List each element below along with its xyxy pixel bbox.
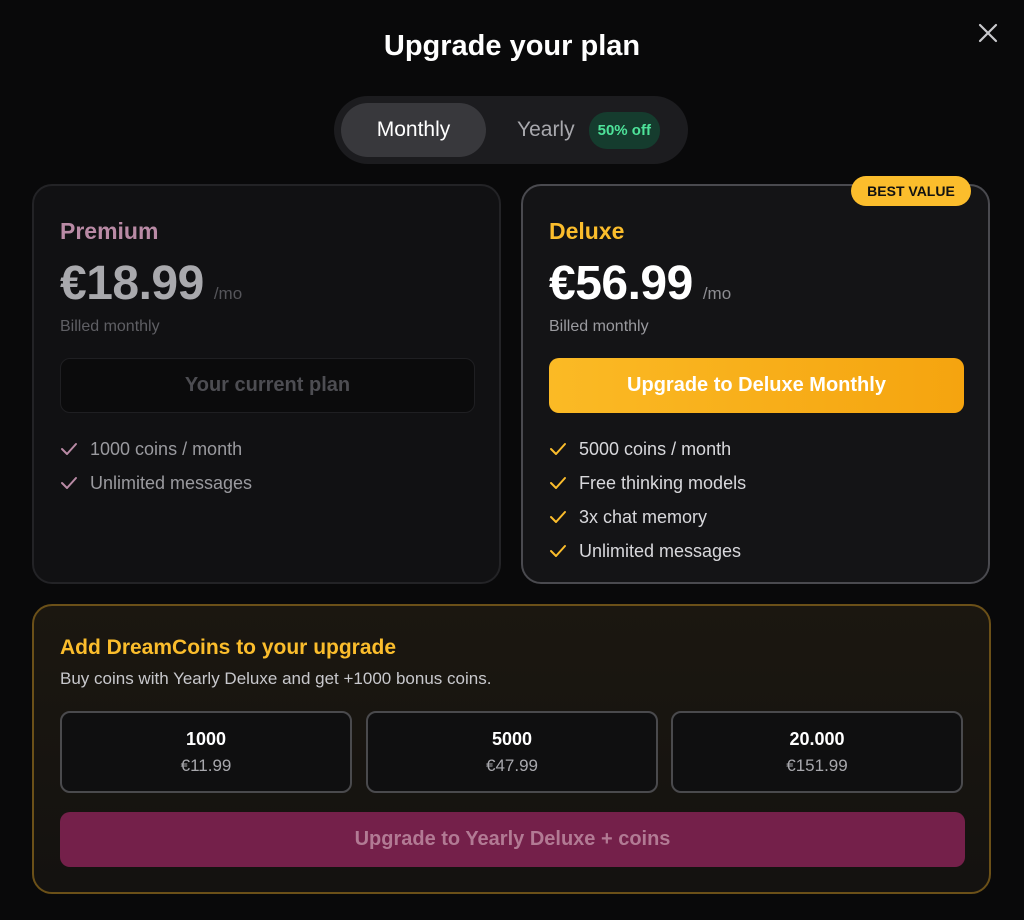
- price-period: /mo: [213, 284, 243, 303]
- feature-list: 1000 coins / month Unlimited messages: [60, 432, 252, 500]
- coin-option-5000[interactable]: 5000 €47.99: [366, 711, 658, 793]
- coin-price: €11.99: [180, 755, 232, 775]
- check-icon: [550, 511, 566, 523]
- price-row: €56.99 /mo: [549, 256, 731, 311]
- plan-card-premium: Premium €18.99 /mo Billed monthly Your c…: [32, 184, 501, 584]
- close-button[interactable]: [974, 19, 1002, 47]
- check-icon: [550, 443, 566, 455]
- coin-amount: 20.000: [789, 728, 845, 749]
- feature-label: Unlimited messages: [90, 472, 253, 493]
- feature-label: Unlimited messages: [579, 540, 742, 561]
- coin-price: €47.99: [486, 755, 538, 775]
- plan-name: Deluxe: [549, 218, 625, 244]
- feature-item: Unlimited messages: [549, 534, 746, 568]
- billing-note: Billed monthly: [60, 318, 160, 335]
- discount-badge: 50% off: [588, 111, 660, 149]
- close-icon: [978, 23, 998, 43]
- feature-label: 3x chat memory: [579, 506, 708, 527]
- feature-item: Unlimited messages: [60, 466, 252, 500]
- upgrade-yearly-coins-button[interactable]: Upgrade to Yearly Deluxe + coins: [60, 812, 965, 867]
- page-title: Upgrade your plan: [383, 30, 641, 62]
- best-value-badge: BEST VALUE: [851, 176, 971, 206]
- coins-title: Add DreamCoins to your upgrade: [60, 636, 397, 659]
- check-icon: [550, 477, 566, 489]
- check-icon: [61, 477, 77, 489]
- toggle-yearly-label: Yearly: [517, 118, 575, 141]
- feature-item: 3x chat memory: [549, 500, 746, 534]
- check-icon: [61, 443, 77, 455]
- plan-price: €56.99: [549, 257, 693, 310]
- feature-label: Free thinking models: [579, 472, 747, 493]
- coin-amount: 1000: [185, 728, 227, 749]
- feature-item: 1000 coins / month: [60, 432, 252, 466]
- coin-option-1000[interactable]: 1000 €11.99: [60, 711, 352, 793]
- coins-subtitle: Buy coins with Yearly Deluxe and get +10…: [60, 669, 492, 688]
- feature-label: 5000 coins / month: [579, 438, 732, 459]
- feature-item: Free thinking models: [549, 466, 746, 500]
- coins-panel: Add DreamCoins to your upgrade Buy coins…: [32, 604, 991, 894]
- feature-list: 5000 coins / month Free thinking models …: [549, 432, 746, 568]
- toggle-monthly[interactable]: Monthly: [341, 103, 486, 157]
- current-plan-button: Your current plan: [60, 358, 475, 413]
- coin-price: €151.99: [786, 755, 848, 775]
- upgrade-deluxe-button[interactable]: Upgrade to Deluxe Monthly: [549, 358, 964, 413]
- toggle-yearly[interactable]: Yearly 50% off: [517, 103, 660, 157]
- plan-name: Premium: [60, 218, 159, 244]
- plan-card-deluxe: BEST VALUE Deluxe €56.99 /mo Billed mont…: [521, 176, 990, 584]
- price-row: €18.99 /mo: [60, 256, 242, 311]
- feature-label: 1000 coins / month: [90, 438, 243, 459]
- coin-option-20000[interactable]: 20.000 €151.99: [671, 711, 963, 793]
- plan-price: €18.99: [60, 257, 204, 310]
- feature-item: 5000 coins / month: [549, 432, 746, 466]
- coin-amount: 5000: [491, 728, 533, 749]
- check-icon: [550, 545, 566, 557]
- billing-toggle: Monthly Yearly 50% off: [334, 96, 688, 164]
- billing-note: Billed monthly: [549, 318, 649, 335]
- price-period: /mo: [702, 284, 732, 303]
